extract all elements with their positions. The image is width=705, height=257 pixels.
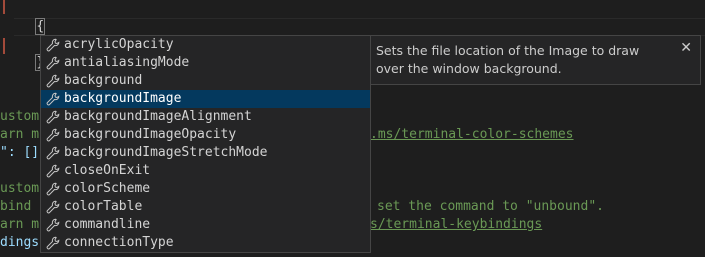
wrench-icon (45, 109, 61, 125)
code-line-2: ····" (5, 18, 85, 53)
details-text: Sets the file location of the Image to d… (376, 43, 640, 76)
wrench-icon (45, 181, 61, 197)
suggestion-item[interactable]: backgroundImageOpacity (41, 126, 370, 144)
suggestion-label: background (64, 73, 143, 88)
suggestion-label: colorScheme (64, 181, 151, 196)
suggestion-label: backgroundImage (64, 91, 182, 106)
close-icon[interactable]: ✕ (680, 39, 692, 57)
suggestion-item[interactable]: backgroundImageStretchMode (41, 144, 370, 162)
suggestion-label: closeOnExit (64, 163, 151, 178)
suggestion-item[interactable]: backgroundImageAlignment (41, 108, 370, 126)
wrench-icon (45, 235, 61, 251)
link-color-schemes[interactable]: .ms/terminal-color-schemes (370, 126, 574, 144)
suggestion-item[interactable]: commandline (41, 216, 370, 234)
comment-fragment: set the command to "unbound". (377, 199, 604, 214)
property-fragment: ": [] (0, 145, 40, 160)
wrench-icon (45, 217, 61, 233)
suggestion-label: antialiasingMode (64, 55, 190, 70)
wrench-icon (45, 145, 61, 161)
comment-fragment: ustom (0, 181, 40, 196)
suggestion-label: connectionType (64, 235, 174, 250)
suggestion-list[interactable]: acrylicOpacity antialiasingMode background… (40, 35, 371, 253)
suggestion-item[interactable]: colorTable (41, 198, 370, 216)
code-line-3: } (5, 36, 46, 71)
suggestion-item[interactable]: antialiasingMode (41, 54, 370, 72)
wrench-icon (45, 37, 61, 53)
comment-fragment: arn m (0, 217, 40, 232)
wrench-icon (45, 91, 61, 107)
suggestion-label: acrylicOpacity (64, 37, 174, 52)
suggestion-item[interactable]: connectionType (41, 234, 370, 252)
suggestion-label: backgroundImageOpacity (64, 127, 237, 142)
link-keybindings[interactable]: s/terminal-keybindings (370, 216, 542, 234)
suggestion-label: backgroundImageStretchMode (64, 145, 268, 160)
wrench-icon (45, 199, 61, 215)
suggestion-label: commandline (64, 217, 151, 232)
suggestion-item[interactable]: background (41, 72, 370, 90)
wrench-icon (45, 55, 61, 71)
comment-fragment: bind (0, 199, 32, 214)
suggestion-details: Sets the file location of the Image to d… (371, 35, 701, 85)
comment-fragment: ustom (0, 109, 40, 124)
suggestion-label: colorTable (64, 199, 143, 214)
wrench-icon (45, 127, 61, 143)
suggestion-item[interactable]: colorScheme (41, 180, 370, 198)
current-line-highlight (14, 18, 705, 36)
comment-fragment: arn m (0, 127, 40, 142)
wrench-icon (45, 163, 61, 179)
suggestion-item[interactable]: closeOnExit (41, 162, 370, 180)
code-line-1: { (35, 18, 46, 35)
suggestion-label: backgroundImageAlignment (64, 109, 252, 124)
suggestion-item[interactable]: acrylicOpacity (41, 36, 370, 54)
suggestion-item[interactable]: backgroundImage (41, 90, 370, 108)
wrench-icon (45, 73, 61, 89)
